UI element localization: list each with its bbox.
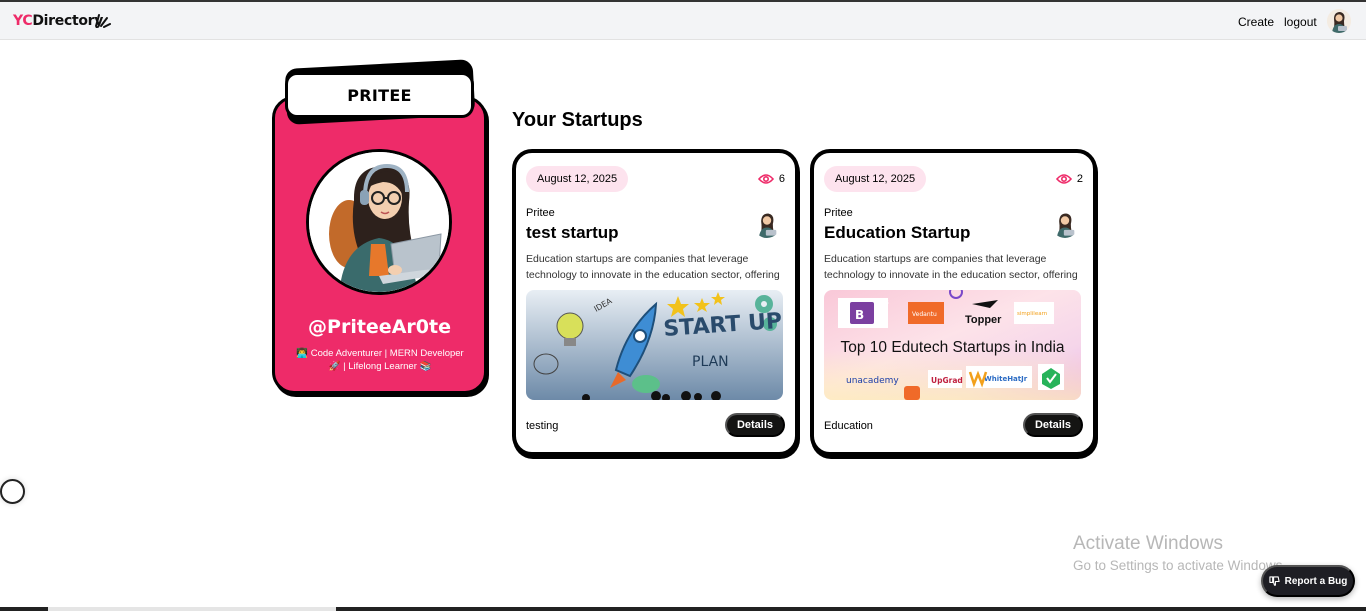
views-count: 2 bbox=[1076, 173, 1083, 185]
startup-date: August 12, 2025 bbox=[824, 166, 927, 192]
logo-simplilearn: simplilearn bbox=[1017, 311, 1048, 317]
taskbar-edge bbox=[0, 607, 1366, 611]
logo-spark-icon bbox=[95, 14, 111, 28]
startup-date: August 12, 2025 bbox=[526, 166, 629, 192]
views-count: 6 bbox=[778, 173, 785, 185]
logo-topper: Topper bbox=[965, 314, 1002, 326]
logo[interactable]: YCDirectory bbox=[13, 13, 103, 29]
profile-handle: @PriteeAr0te bbox=[308, 316, 451, 338]
report-bug-label: Report a Bug bbox=[1284, 575, 1348, 587]
startup-category[interactable]: testing bbox=[526, 420, 558, 432]
startup-views: 6 bbox=[757, 173, 785, 185]
activate-windows-title: Activate Windows bbox=[1073, 533, 1223, 554]
image-text-plan: PLAN bbox=[692, 354, 729, 370]
eye-icon bbox=[1055, 174, 1072, 184]
startup-card[interactable]: August 12, 2025 2 Pritee Education Start… bbox=[810, 149, 1097, 456]
startup-card[interactable]: August 12, 2025 6 Pritee test startup Ed… bbox=[512, 149, 799, 456]
profile-name-box: PRITEE bbox=[285, 72, 474, 118]
floating-circle-button[interactable] bbox=[0, 479, 25, 504]
logo-unacademy: unacademy bbox=[846, 376, 899, 386]
profile-avatar bbox=[306, 149, 452, 295]
profile-name: PRITEE bbox=[347, 85, 412, 105]
startup-category[interactable]: Education bbox=[824, 420, 873, 432]
logo-upgrad: UpGrad bbox=[931, 376, 963, 385]
activate-windows-subtitle: Go to Settings to activate Windows. bbox=[1073, 558, 1287, 573]
author-avatar-image bbox=[753, 210, 781, 238]
startup-image[interactable]: START UP PLAN IDEA bbox=[526, 290, 783, 400]
logo-byjus: BYJU'S bbox=[876, 300, 889, 305]
startup-description: Education startups are companies that le… bbox=[824, 253, 1078, 281]
logo-whitehatjr: WhiteHatJr bbox=[984, 375, 1028, 383]
section-title: Your Startups bbox=[512, 109, 643, 131]
details-button[interactable]: Details bbox=[725, 413, 785, 437]
nav-logout-link[interactable]: logout bbox=[1284, 15, 1317, 29]
eye-icon bbox=[757, 174, 774, 184]
taskbar-segment bbox=[48, 607, 336, 611]
edutech-startups-illustration: B BYJU'S Vedantu Topper simplilearn Top … bbox=[824, 290, 1081, 400]
startup-plan-illustration: START UP PLAN IDEA bbox=[526, 290, 783, 400]
author-avatar[interactable] bbox=[1051, 210, 1079, 238]
user-avatar[interactable] bbox=[1327, 9, 1351, 33]
profile-avatar-illustration bbox=[309, 152, 449, 292]
user-avatar-image bbox=[1327, 9, 1351, 33]
report-bug-button[interactable]: Report a Bug bbox=[1261, 565, 1355, 597]
startup-title[interactable]: test startup bbox=[526, 223, 619, 243]
author-avatar[interactable] bbox=[753, 210, 781, 238]
nav-create-link[interactable]: Create bbox=[1238, 15, 1274, 29]
startup-image[interactable]: B BYJU'S Vedantu Topper simplilearn Top … bbox=[824, 290, 1081, 400]
details-button[interactable]: Details bbox=[1023, 413, 1083, 437]
author-avatar-image bbox=[1051, 210, 1079, 238]
profile-bio: 👨‍💻 Code Adventurer | MERN Developer 🚀 |… bbox=[296, 348, 464, 372]
svg-text:B: B bbox=[855, 308, 864, 322]
startup-description: Education startups are companies that le… bbox=[526, 253, 780, 281]
navbar: YCDirectory Create logout bbox=[0, 2, 1366, 40]
startup-author[interactable]: Pritee bbox=[526, 207, 555, 219]
startup-title[interactable]: Education Startup bbox=[824, 223, 970, 243]
thumbs-down-icon bbox=[1268, 575, 1280, 586]
image-headline: Top 10 Edutech Startups in India bbox=[840, 339, 1064, 356]
startup-author[interactable]: Pritee bbox=[824, 207, 853, 219]
startup-views: 2 bbox=[1055, 173, 1083, 185]
logo-vedantu: Vedantu bbox=[912, 311, 937, 318]
